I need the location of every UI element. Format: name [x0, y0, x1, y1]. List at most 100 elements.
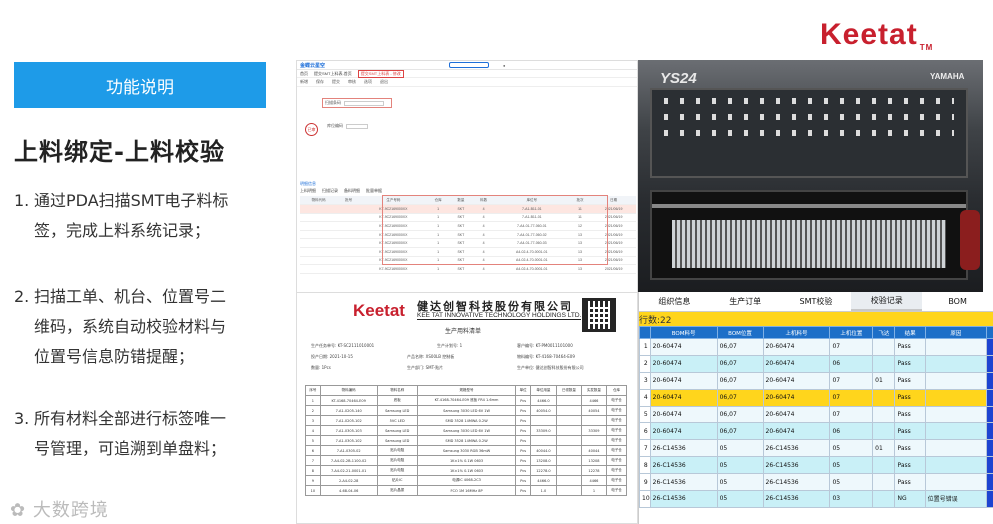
- table-row[interactable]: 2 20-60474 06,07 20-60474 06 Pass: [639, 354, 993, 373]
- doc-meta: 投产日期: 2021-10-15: [311, 354, 353, 359]
- doc-cell: Samsung 3030 LED 6V 1W: [416, 405, 517, 416]
- verify-cell: [924, 388, 988, 407]
- scrollbar: [986, 473, 993, 492]
- verify-tab[interactable]: BOM: [922, 292, 993, 311]
- doc-cell: [580, 415, 607, 426]
- location-input[interactable]: [346, 123, 368, 129]
- detail-label: 明细信息: [300, 181, 316, 186]
- verify-cell: Pass: [894, 338, 926, 356]
- doc-cell: 7-A1-0305-102: [319, 435, 378, 446]
- verify-cell: 20-60474: [762, 405, 831, 424]
- tab-smt-edit[interactable]: 提交SMT上料表 - 修改: [357, 69, 404, 78]
- doc-header: 物料名称: [376, 385, 418, 396]
- bullet-line: 号管理，可追溯到单盘料；: [34, 439, 227, 458]
- doc-meta: 生产单位: 健达创智科技股份有限公司: [517, 365, 584, 370]
- doc-header: 仓库: [605, 385, 628, 396]
- table-row: 9 2-A4-02-28 贴片IC 电源IC 4068-2C3 Pcs 4466.0 446…: [305, 475, 628, 486]
- doc-header: 物料编码: [319, 385, 378, 396]
- doc-cell: FCO 1M 16MHz 8P: [416, 485, 517, 496]
- table-row[interactable]: 7 26-C14536 05 26-C14536 05 01 Pass: [639, 439, 993, 458]
- doc-title: 生产用料清单: [445, 328, 482, 335]
- bullet-3: 3. 所有材料全部进行标签唯一 号管理，可追溯到单盘料；: [14, 404, 254, 464]
- doc-cell: Pcs: [515, 405, 532, 416]
- toolbar-options[interactable]: 选项: [364, 79, 372, 85]
- verify-cell: 26-C14536: [649, 456, 718, 475]
- grid-cell: A4-02-4-70-0001-01: [495, 264, 569, 274]
- doc-cell: 1: [580, 485, 607, 496]
- scrollbar: [986, 456, 993, 475]
- doc-cell: Pcs: [515, 425, 532, 436]
- app-logo: 金蝶云星空: [300, 62, 326, 69]
- scan-field: 扫描条码: [322, 98, 392, 108]
- table-row[interactable]: 1 20-60474 06,07 20-60474 07 Pass: [639, 338, 993, 356]
- verify-cell: 20-60474: [649, 405, 718, 424]
- verify-cell: [872, 456, 896, 475]
- table-row[interactable]: 5 20-60474 06,07 20-60474 07 Pass: [639, 405, 993, 424]
- doc-cell: Pcs: [515, 465, 532, 476]
- subtab-feed[interactable]: 上料明细: [300, 188, 316, 194]
- doc-cell: 贴片电阻: [376, 455, 418, 466]
- grid-cell: SKT: [449, 264, 473, 274]
- verify-cell: 05: [829, 473, 874, 492]
- doc-cell: 电源IC 4068-2C3: [416, 475, 517, 486]
- toolbar-save[interactable]: 保存: [316, 79, 324, 85]
- doc-cell: 7-A1-0305-103: [319, 425, 378, 436]
- grid-cell: [300, 238, 338, 249]
- doc-cell: 贴片IC: [376, 475, 418, 486]
- subtab-batch[interactable]: 批量单据: [366, 188, 382, 194]
- verify-cell: 01: [872, 371, 896, 390]
- toolbar-submit[interactable]: 提交: [332, 79, 340, 85]
- subtab-scan[interactable]: 扫描记录: [322, 188, 338, 194]
- tab-home[interactable]: 首页: [300, 71, 308, 77]
- verify-cell: 06,07: [716, 405, 764, 424]
- doc-cell: Samsung 3030 RGB 36mW: [416, 445, 517, 456]
- doc-cell: 电子仓: [605, 425, 628, 436]
- search-input[interactable]: [449, 62, 490, 68]
- toolbar-new[interactable]: 新增: [300, 79, 308, 85]
- table-row: 7 7-A4-02-2B-1100-02 贴片电阻 1K±1% 0.1W 0603 Pc…: [305, 455, 628, 466]
- table-row[interactable]: K7-9C2169000XX 1 SKT 4 A4-02-4-70-0001-01 13 2…: [300, 264, 636, 274]
- toolbar-exit[interactable]: 退出: [380, 79, 388, 85]
- verify-tab[interactable]: 组织信息: [639, 292, 710, 311]
- verify-cell: 07: [829, 338, 874, 356]
- doc-cell: 贴片电阻: [376, 465, 418, 476]
- grid-cell: 13: [568, 264, 592, 274]
- scan-input[interactable]: [344, 100, 384, 106]
- table-row[interactable]: 8 26-C14536 05 26-C14536 05 Pass: [639, 456, 993, 475]
- verify-cell: 06,07: [716, 388, 764, 407]
- doc-cell: [555, 485, 582, 496]
- doc-cell: 6: [305, 445, 321, 456]
- scroll-header: [986, 326, 993, 339]
- bullet-1: 1. 通过PDA扫描SMT电子料标 签，完成上料系统记录；: [14, 186, 254, 246]
- doc-cell: 2-A4-02-28: [319, 475, 378, 486]
- verify-header: 原因: [924, 326, 988, 339]
- doc-cell: 33309: [580, 425, 607, 436]
- verify-tab[interactable]: 生产订单: [710, 292, 781, 311]
- doc-meta: 数量: 1Pcs: [311, 365, 331, 370]
- table-row[interactable]: 10 26-C14536 05 26-C14536 03 NG 位置号错误: [639, 490, 993, 508]
- grid-cell: K7-9C2169000XX: [360, 264, 427, 274]
- verify-cell: 20-60474: [649, 422, 718, 441]
- subtab-prep[interactable]: 备料明细: [344, 188, 360, 194]
- toolbar-audit[interactable]: 审核: [348, 79, 356, 85]
- table-row[interactable]: 4 20-60474 06,07 20-60474 07 Pass: [639, 388, 993, 407]
- verify-cell: 07: [829, 371, 874, 390]
- doc-cell: 电子仓: [605, 485, 628, 496]
- user-icon[interactable]: ●: [503, 63, 505, 68]
- table-row[interactable]: 9 26-C14536 05 26-C14536 05 Pass: [639, 473, 993, 492]
- app-topbar: 金蝶云星空 ●: [297, 61, 637, 70]
- doc-cell: [580, 435, 607, 446]
- verify-tab[interactable]: 校验记录: [851, 292, 923, 311]
- bullet-line: 维码，系统自动校验材料与: [34, 317, 227, 336]
- verify-cell: Pass: [894, 422, 926, 441]
- verify-cell: 位置号错误: [924, 490, 988, 508]
- verify-cell: 20-60474: [649, 338, 718, 356]
- doc-cell: Pcs: [515, 415, 532, 426]
- verify-cell: 05: [716, 473, 764, 492]
- verify-cell: 26-C14536: [762, 439, 831, 458]
- tab-smt-list[interactable]: 提交SMT上料表-首页: [314, 71, 352, 77]
- table-row[interactable]: 6 20-60474 06,07 20-60474 06 Pass: [639, 422, 993, 441]
- verify-tab[interactable]: SMT校验: [781, 292, 852, 311]
- table-row[interactable]: 3 20-60474 06,07 20-60474 07 01 Pass: [639, 371, 993, 390]
- smt-machine-photo: YS24 YAMAHA: [638, 60, 983, 292]
